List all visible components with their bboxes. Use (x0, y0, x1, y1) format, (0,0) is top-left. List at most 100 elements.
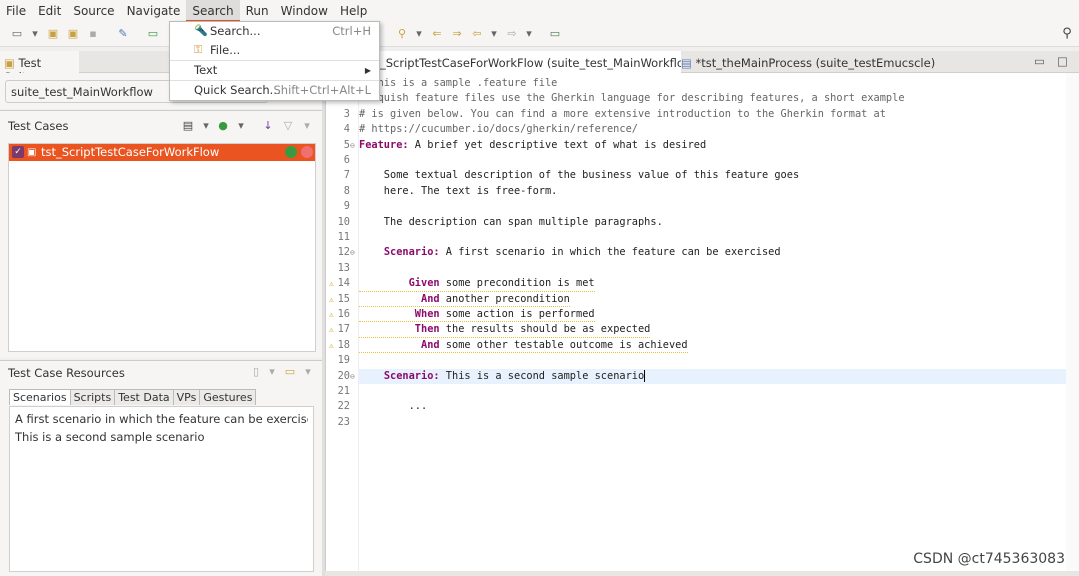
maximize-icon[interactable]: □ (1057, 54, 1068, 68)
fold-icon[interactable]: ⊖ (350, 372, 355, 381)
search-icon[interactable]: ⚲ (1060, 27, 1074, 41)
line-number: 13 (337, 261, 350, 274)
toolbar: ▭ ▾ ▣ ▣ ▪ ✎ ▭ ⚲ ▾ ⇐ ⇒ ⇦ ▾ ⇨ ▾ ▭ ⚲ (0, 22, 1079, 47)
line-number: 10 (337, 215, 350, 228)
menu-window[interactable]: Window (275, 0, 334, 22)
dropdown-arrow-icon[interactable]: ▾ (265, 365, 279, 379)
new-file-icon[interactable]: ▯ (249, 365, 263, 379)
menu-search[interactable]: Search (186, 0, 240, 22)
perspective-icon[interactable]: ▭ (548, 27, 562, 41)
test-suite-icon: ▣ (4, 56, 15, 70)
code-line: # https://cucumber.io/docs/gherkin/refer… (359, 122, 638, 137)
record-icon[interactable] (301, 146, 313, 158)
menu-file[interactable]: File (0, 0, 32, 22)
new-folder-icon[interactable]: ▭ (283, 365, 297, 379)
new-icon[interactable]: ▭ (10, 27, 24, 41)
menu-item-label: Quick Search... (194, 83, 281, 97)
overview-ruler[interactable] (1066, 73, 1079, 571)
test-case-list: ✓ ▣ tst_ScriptTestCaseForWorkFlow (8, 143, 316, 352)
new-bdd-test-case-icon[interactable]: ▤ (181, 119, 195, 133)
editor-tab-label: tst_ScriptTestCaseForWorkFlow (suite_tes… (365, 56, 681, 70)
tab-gestures[interactable]: Gestures (199, 389, 257, 405)
line-number: 20 (337, 369, 350, 382)
code-text: # This is a sample .feature file (359, 77, 558, 89)
warning-icon[interactable]: ⚠ (329, 325, 337, 334)
line-number: 5 (343, 138, 350, 151)
forward-icon[interactable]: ⇨ (505, 27, 519, 41)
new-suite-icon[interactable]: ▣ (46, 27, 60, 41)
dropdown-arrow-icon[interactable]: ▾ (301, 365, 315, 379)
code-line: ... (359, 399, 428, 414)
code-line: Given some precondition is met (359, 276, 595, 292)
dropdown-arrow-icon[interactable]: ▾ (412, 27, 426, 41)
keyword: Given (408, 277, 440, 290)
checkbox-checked-icon[interactable]: ✓ (12, 146, 24, 158)
code-line: # This is a sample .feature file (359, 76, 557, 91)
code-text: The description can span multiple paragr… (359, 215, 663, 228)
scenario-item[interactable]: This is a second sample scenario (15, 428, 308, 446)
warning-icon[interactable]: ⚠ (329, 310, 337, 319)
code-line: Scenario: A first scenario in which the … (359, 245, 781, 260)
menu-help[interactable]: Help (334, 0, 373, 22)
menu-item-label: Search... (210, 24, 261, 38)
minimize-icon[interactable]: ▭ (1034, 54, 1045, 68)
launch-icon[interactable]: ▭ (146, 27, 160, 41)
menu-bar: File Edit Source Navigate Search Run Window Hel… (0, 0, 1079, 22)
pick-icon[interactable]: ✎ (116, 27, 130, 41)
scenario-item[interactable]: A first scenario in which the feature ca… (15, 410, 308, 428)
open-suite-icon[interactable]: ▣ (66, 27, 80, 41)
filter-icon[interactable]: ▽ (281, 119, 295, 133)
test-case-resources-view: Test Case Resources ▯ ▾ ▭ ▾ Scenarios Scr… (0, 360, 322, 576)
menu-item-file[interactable]: ⚿ File... (170, 41, 379, 60)
save-icon[interactable]: ▪ (86, 27, 100, 41)
menu-edit[interactable]: Edit (32, 0, 67, 22)
keyword: And (421, 292, 440, 305)
submenu-arrow-icon: ▶ (364, 66, 371, 75)
warning-icon[interactable]: ⚠ (329, 295, 337, 304)
sort-az-icon[interactable]: ↓ (261, 119, 275, 133)
tab-test-data[interactable]: Test Data (114, 389, 174, 405)
shortcut: Ctrl+H (332, 24, 371, 38)
editor-tab-label: *tst_theMainProcess (suite_testEmucscle) (695, 56, 936, 70)
dropdown-arrow-icon[interactable]: ▾ (234, 119, 248, 133)
file-search-icon: ⚿ (194, 43, 203, 56)
menu-item-text[interactable]: Text ▶ (170, 61, 379, 80)
code-line: And some other testable outcome is achie… (359, 338, 688, 354)
editor-tab-inactive[interactable]: ▤ *tst_theMainProcess (suite_testEmucscl… (681, 51, 935, 73)
code-text: # https://cucumber.io/docs/gherkin/refer… (359, 123, 638, 136)
tab-test-suites[interactable]: ▣ Test Suites (0, 51, 79, 84)
menu-source[interactable]: Source (67, 0, 120, 22)
test-case-row[interactable]: ✓ ▣ tst_ScriptTestCaseForWorkFlow (9, 144, 315, 161)
run-test-icon[interactable] (285, 146, 297, 158)
nav-icon[interactable]: ⚲ (395, 27, 409, 41)
keyword: Then (414, 323, 440, 336)
line-number: 4 (343, 123, 350, 136)
code-editor[interactable]: 1# This is a sample .feature file2# Squi… (325, 73, 1079, 571)
tab-vps[interactable]: VPs (172, 389, 201, 405)
menu-navigate[interactable]: Navigate (121, 0, 187, 22)
prev-annotation-icon[interactable]: ⇐ (430, 27, 444, 41)
warning-icon[interactable]: ⚠ (329, 279, 337, 288)
code-text: the results should be as expected (439, 323, 651, 336)
run-icon[interactable]: ● (216, 119, 230, 133)
menu-item-quick-search[interactable]: Quick Search... Shift+Ctrl+Alt+L (170, 81, 379, 100)
dropdown-arrow-icon[interactable]: ▾ (199, 119, 213, 133)
back-icon[interactable]: ⇦ (470, 27, 484, 41)
menu-item-search[interactable]: 🔦 Search... Ctrl+H (170, 22, 379, 41)
line-number: 23 (337, 415, 350, 428)
tab-scenarios[interactable]: Scenarios (9, 389, 71, 405)
dropdown-arrow-icon[interactable]: ▾ (487, 27, 501, 41)
fold-icon[interactable]: ⊖ (350, 248, 355, 257)
menu-run[interactable]: Run (240, 0, 275, 22)
line-number: 19 (337, 354, 350, 367)
warning-icon[interactable]: ⚠ (329, 341, 337, 350)
line-number: 3 (343, 107, 350, 120)
dropdown-arrow-icon[interactable]: ▾ (522, 27, 536, 41)
next-annotation-icon[interactable]: ⇒ (450, 27, 464, 41)
dropdown-arrow-icon[interactable]: ▾ (28, 27, 42, 41)
keyword: Scenario: (383, 246, 440, 259)
dropdown-arrow-icon[interactable]: ▾ (300, 119, 314, 133)
fold-icon[interactable]: ⊖ (350, 141, 355, 150)
tab-scripts[interactable]: Scripts (69, 389, 116, 405)
